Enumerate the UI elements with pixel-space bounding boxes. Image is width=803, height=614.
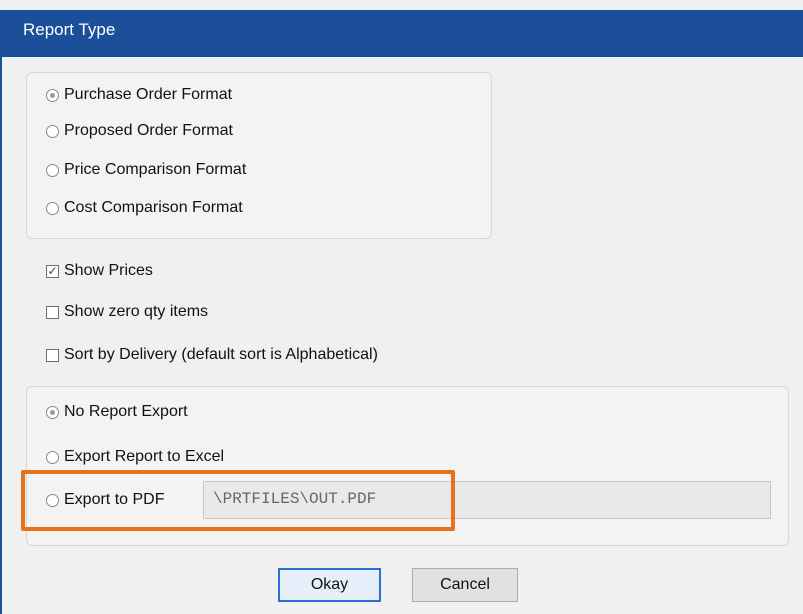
radio-label: Cost Comparison Format [64,199,243,216]
checkbox[interactable]: ✓ [46,264,59,278]
okay-button[interactable]: Okay [278,568,381,602]
radio-button[interactable] [46,201,59,215]
radio-button[interactable] [46,405,59,419]
radio-export-report-to-excel[interactable]: Export Report to Excel [46,448,224,466]
radio-label: Proposed Order Format [64,122,233,139]
checkbox-label: Show Prices [64,262,153,279]
radio-button[interactable] [46,88,59,102]
radio-proposed-order-format[interactable]: Proposed Order Format [46,122,233,140]
checkbox-label: Show zero qty items [64,303,209,320]
title-bar: Report Type [0,0,803,57]
checkbox[interactable] [46,305,59,319]
checkbox[interactable] [46,348,59,362]
window-left-border [0,57,2,614]
title-bar-background [0,10,803,57]
radio-price-comparison-format[interactable]: Price Comparison Format [46,161,246,179]
radio-no-report-export[interactable]: No Report Export [46,403,188,421]
checkbox-sort-by-delivery[interactable]: Sort by Delivery (default sort is Alphab… [46,346,378,364]
radio-cost-comparison-format[interactable]: Cost Comparison Format [46,199,243,217]
window-title: Report Type [23,20,116,39]
checkbox-show-zero-qty-items[interactable]: Show zero qty items [46,303,208,321]
radio-button[interactable] [46,450,59,464]
radio-label: Price Comparison Format [64,161,247,178]
radio-label: Export Report to Excel [64,448,225,465]
radio-button[interactable] [46,163,59,177]
cancel-button[interactable]: Cancel [412,568,518,602]
export-pdf-highlight [21,470,455,531]
radio-label: No Report Export [64,403,188,420]
checkbox-show-prices[interactable]: ✓ Show Prices [46,262,153,280]
checkbox-label: Sort by Delivery (default sort is Alphab… [64,346,378,363]
radio-label: Purchase Order Format [64,86,233,103]
radio-purchase-order-format[interactable]: Purchase Order Format [46,86,232,104]
radio-button[interactable] [46,124,59,138]
